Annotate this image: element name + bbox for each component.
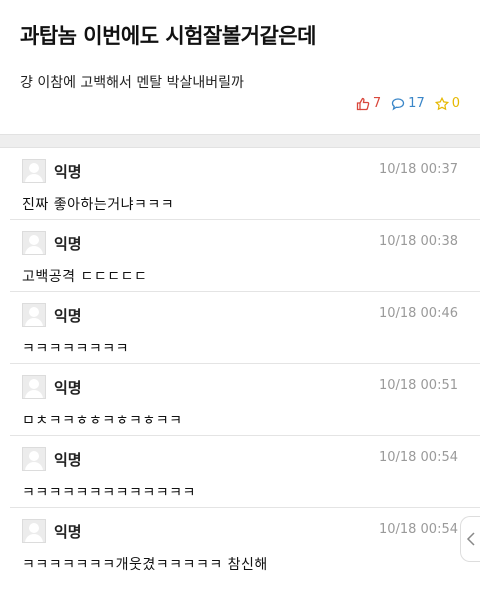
comment-time: 10/18 00:46 xyxy=(378,306,458,321)
comment-item: 익명 10/18 00:54 ㅋㅋㅋㅋㅋㅋㅋ개웃겼ㅋㅋㅋㅋㅋ 참신해 xyxy=(10,508,480,580)
side-panel-toggle[interactable] xyxy=(460,516,480,562)
post-stats: 7 17 0 xyxy=(356,96,460,111)
star-icon xyxy=(434,96,449,110)
comment-author: 익명 xyxy=(54,450,82,469)
avatar xyxy=(22,375,46,399)
thumbs-up-icon xyxy=(356,97,370,110)
comment-item: 익명 10/18 00:38 고백공격 ㄷㄷㄷㄷㄷ xyxy=(10,220,480,292)
comment-text: 진짜 좋아하는거냐ㅋㅋㅋ xyxy=(22,197,175,213)
chevron-left-icon xyxy=(466,532,475,546)
avatar xyxy=(22,519,46,543)
comment-author: 익명 xyxy=(54,306,82,325)
comment-time: 10/18 00:54 xyxy=(378,522,458,537)
post: 과탑놈 이번에도 시험잘볼거같은데 걍 이참에 고백해서 멘탈 박살내버릴까 xyxy=(0,0,480,134)
comment-text: ㅁㅊㅋㅋㅎㅎㅋㅎㅋㅎㅋㅋ xyxy=(22,413,183,429)
comment-author: 익명 xyxy=(54,522,82,541)
comment-count-value: 17 xyxy=(408,96,425,111)
comment-text: ㅋㅋㅋㅋㅋㅋㅋㅋㅋㅋㅋㅋㅋ xyxy=(22,485,196,501)
comment-author: 익명 xyxy=(54,378,82,397)
comment-text: ㅋㅋㅋㅋㅋㅋㅋ개웃겼ㅋㅋㅋㅋㅋ 참신해 xyxy=(22,557,268,573)
avatar xyxy=(22,159,46,183)
avatar xyxy=(22,303,46,327)
comment-text: ㅋㅋㅋㅋㅋㅋㅋㅋ xyxy=(22,341,130,357)
scrap-count[interactable]: 0 xyxy=(434,96,460,111)
comment-bubble-icon xyxy=(392,97,405,110)
comment-time: 10/18 00:38 xyxy=(378,234,458,249)
avatar xyxy=(22,231,46,255)
comment-author: 익명 xyxy=(54,162,82,181)
comment-time: 10/18 00:54 xyxy=(378,450,458,465)
comment-count[interactable]: 17 xyxy=(391,96,425,111)
comment-text: 고백공격 ㄷㄷㄷㄷㄷ xyxy=(22,269,148,285)
avatar xyxy=(22,447,46,471)
comment-list: 익명 10/18 00:37 진짜 좋아하는거냐ㅋㅋㅋ 익명 10/18 00:… xyxy=(0,148,480,580)
like-count-value: 7 xyxy=(372,96,382,111)
comment-author: 익명 xyxy=(54,234,82,253)
scrap-count-value: 0 xyxy=(451,96,460,111)
post-body: 걍 이참에 고백해서 멘탈 박살내버릴까 xyxy=(20,75,244,91)
comment-item: 익명 10/18 00:54 ㅋㅋㅋㅋㅋㅋㅋㅋㅋㅋㅋㅋㅋ xyxy=(10,436,480,508)
comment-item: 익명 10/18 00:37 진짜 좋아하는거냐ㅋㅋㅋ xyxy=(10,148,480,220)
post-title: 과탑놈 이번에도 시험잘볼거같은데 xyxy=(20,24,316,48)
comment-time: 10/18 00:51 xyxy=(378,378,458,393)
comment-item: 익명 10/18 00:46 ㅋㅋㅋㅋㅋㅋㅋㅋ xyxy=(10,292,480,364)
comment-time: 10/18 00:37 xyxy=(378,162,458,177)
like-count[interactable]: 7 xyxy=(356,96,381,111)
section-divider xyxy=(0,134,480,148)
comment-item: 익명 10/18 00:51 ㅁㅊㅋㅋㅎㅎㅋㅎㅋㅎㅋㅋ xyxy=(10,364,480,436)
